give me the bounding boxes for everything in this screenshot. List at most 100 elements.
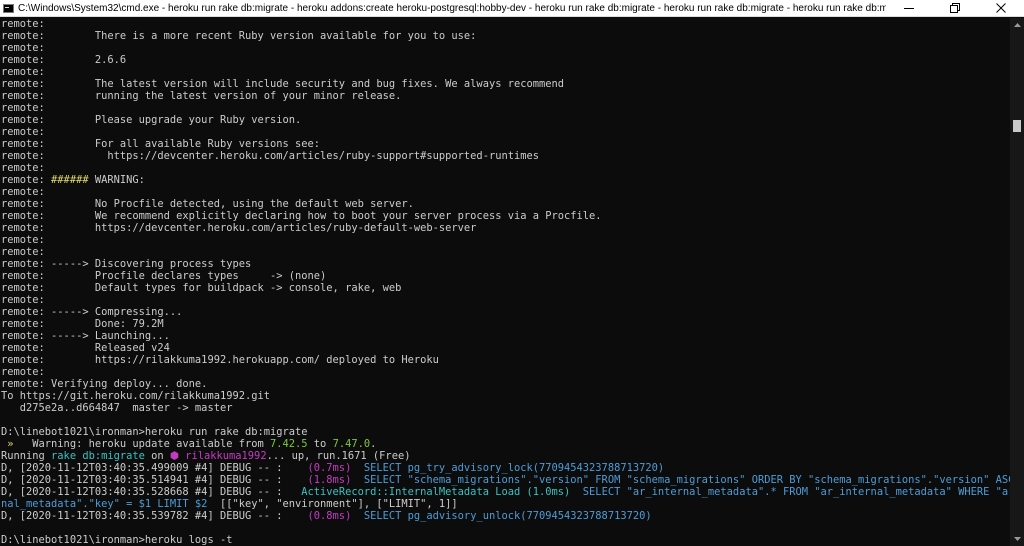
console-line: remote:	[1, 234, 1010, 246]
console-text-segment	[351, 462, 364, 474]
console-text-segment: .	[370, 438, 377, 450]
console-line: remote:	[1, 42, 1010, 54]
console-line: D, [2020-11-12T03:40:35.514941 #4] DEBUG…	[1, 474, 1010, 486]
console-line: remote: https://devcenter.heroku.com/art…	[1, 222, 1010, 234]
console-text-segment: remote:	[1, 234, 45, 246]
console-text-segment: D, [2020-11-12T03:40:35.499009 #4] DEBUG…	[1, 462, 308, 474]
restore-button[interactable]	[932, 0, 978, 17]
console-text-segment: (0.7ms)	[307, 462, 352, 474]
console-text-segment: SELECT "schema_migrations"."version" FRO…	[363, 474, 1010, 486]
console-text-segment: remote: The latest version will include …	[1, 78, 565, 90]
console-text-segment: remote: There is a more recent Ruby vers…	[1, 30, 477, 42]
scroll-up-button[interactable]	[1010, 18, 1024, 32]
console-text-segment: To https://git.heroku.com/rilakkuma1992.…	[1, 390, 270, 402]
console-text-segment: remote: Please upgrade your Ruby version…	[1, 114, 302, 126]
console-text-segment: [["key", "environment"], ["LIMIT", 1]]	[207, 498, 458, 510]
console-line: remote: We recommend explicitly declarin…	[1, 210, 1010, 222]
console-line: D, [2020-11-12T03:40:35.499009 #4] DEBUG…	[1, 462, 1010, 474]
console-line: remote:	[1, 366, 1010, 378]
console-text-segment: ######	[51, 174, 89, 186]
console-text-segment: remote:	[1, 126, 45, 138]
console-text-segment: remote: -----> Discovering process types	[1, 258, 252, 270]
vertical-scrollbar[interactable]	[1010, 18, 1024, 546]
console-text-segment: ActiveRecord::InternalMetadata Load (1.0…	[301, 486, 571, 498]
cmd-window: C:\Windows\System32\cmd.exe - heroku run…	[0, 0, 1024, 546]
console-text-segment: remote: 2.6.6	[1, 54, 127, 66]
console-text-segment: D:\linebot1021\ironman>heroku logs -t	[1, 534, 233, 546]
console-output[interactable]: remote: remote: There is a more recent Ru…	[0, 18, 1010, 546]
console-text-segment: 7.42.5	[270, 438, 308, 450]
console-text-segment: SELECT "ar_internal_metadata".* FROM "ar…	[582, 486, 1010, 498]
console-text-segment: ... up, run.1671 (Free)	[266, 450, 411, 462]
console-text-segment: remote: https://rilakkuma1992.herokuapp.…	[1, 354, 439, 366]
console-line: remote:	[1, 294, 1010, 306]
console-text-segment: SELECT pg_try_advisory_lock(770945432378…	[363, 462, 665, 474]
console-text-segment: remote:	[1, 246, 45, 258]
console-line: remote:	[1, 162, 1010, 174]
console-text-segment: remote: https://devcenter.heroku.com/art…	[1, 222, 477, 234]
console-line: remote: 2.6.6	[1, 54, 1010, 66]
console-text-segment: D, [2020-11-12T03:40:35.539782 #4] DEBUG…	[1, 510, 308, 522]
console-line: remote: Please upgrade your Ruby version…	[1, 114, 1010, 126]
minimize-icon	[904, 8, 914, 9]
console-text-segment: Running	[1, 450, 52, 462]
console-text-segment: remote: -----> Launching...	[1, 330, 170, 342]
console-text-segment: remote: Verifying deploy... done.	[1, 378, 208, 390]
console-text-segment: remote:	[1, 102, 45, 114]
console-line: remote: Released v24	[1, 342, 1010, 354]
console-text-segment: WARNING:	[88, 174, 145, 186]
console-text-segment: »	[1, 438, 33, 450]
console-line: Running rake db:migrate on ⬢ rilakkuma19…	[1, 450, 1010, 462]
scrollbar-thumb[interactable]	[1013, 120, 1021, 132]
console-text-segment: remote: Done: 79.2M	[1, 318, 164, 330]
title-bar[interactable]: C:\Windows\System32\cmd.exe - heroku run…	[0, 0, 1024, 17]
console-line: remote: -----> Discovering process types	[1, 258, 1010, 270]
console-text-segment: remote:	[1, 366, 45, 378]
console-line: remote: -----> Compressing...	[1, 306, 1010, 318]
console-line: To https://git.heroku.com/rilakkuma1992.…	[1, 390, 1010, 402]
console-line: remote: For all available Ruby versions …	[1, 138, 1010, 150]
console-line: remote: Procfile declares types -> (none…	[1, 270, 1010, 282]
console-line: remote: ###### WARNING:	[1, 174, 1010, 186]
console-line: d275e2a..d664847 master -> master	[1, 402, 1010, 414]
console-text-segment: to	[307, 438, 333, 450]
console-line: remote: Default types for buildpack -> c…	[1, 282, 1010, 294]
console-text-segment: d275e2a..d664847 master -> master	[1, 402, 233, 414]
console-text-segment: remote:	[1, 186, 45, 198]
close-button[interactable]	[978, 0, 1024, 17]
console-text-segment: D, [2020-11-12T03:40:35.514941 #4] DEBUG…	[1, 474, 308, 486]
console-text-segment: (1.8ms)	[307, 474, 352, 486]
console-text-segment: remote: -----> Compressing...	[1, 306, 183, 318]
console-line: remote: No Procfile detected, using the …	[1, 198, 1010, 210]
console-text-segment: remote: Released v24	[1, 342, 170, 354]
console-text-segment: D:\linebot1021\ironman>heroku run rake d…	[1, 426, 308, 438]
scroll-down-button[interactable]	[1010, 532, 1024, 546]
console-text-segment: remote:	[1, 174, 52, 186]
console-text-segment: remote:	[1, 66, 45, 78]
console-text-segment	[351, 474, 364, 486]
console-text-segment: 7.47.0	[332, 438, 371, 450]
console-text-segment: ⬢ rilakkuma1992	[169, 450, 267, 462]
console-text-segment: remote:	[1, 18, 45, 30]
console-text-segment: remote: We recommend explicitly declarin…	[1, 210, 602, 222]
console-line: remote:	[1, 126, 1010, 138]
console-line: » Warning: heroku update available from …	[1, 438, 1010, 450]
console-line: remote: running the latest version of yo…	[1, 90, 1010, 102]
console-line: D, [2020-11-12T03:40:35.528668 #4] DEBUG…	[1, 486, 1010, 498]
console-line: remote: Verifying deploy... done.	[1, 378, 1010, 390]
minimize-button[interactable]	[886, 0, 932, 17]
console-line: D, [2020-11-12T03:40:35.539782 #4] DEBUG…	[1, 510, 1010, 522]
console-text-segment	[351, 510, 364, 522]
console-text-segment: remote: https://devcenter.heroku.com/art…	[1, 150, 539, 162]
console-line: nal_metadata"."key" = $1 LIMIT $2 [["key…	[1, 498, 1010, 510]
console-line: remote: The latest version will include …	[1, 78, 1010, 90]
console-text-segment: (0.8ms)	[307, 510, 352, 522]
console-line: remote: There is a more recent Ruby vers…	[1, 30, 1010, 42]
window-title: C:\Windows\System32\cmd.exe - heroku run…	[18, 2, 886, 14]
console-text-segment	[570, 486, 583, 498]
console-line: remote:	[1, 186, 1010, 198]
console-line: remote: https://devcenter.heroku.com/art…	[1, 150, 1010, 162]
console-text-segment: remote: running the latest version of yo…	[1, 90, 402, 102]
